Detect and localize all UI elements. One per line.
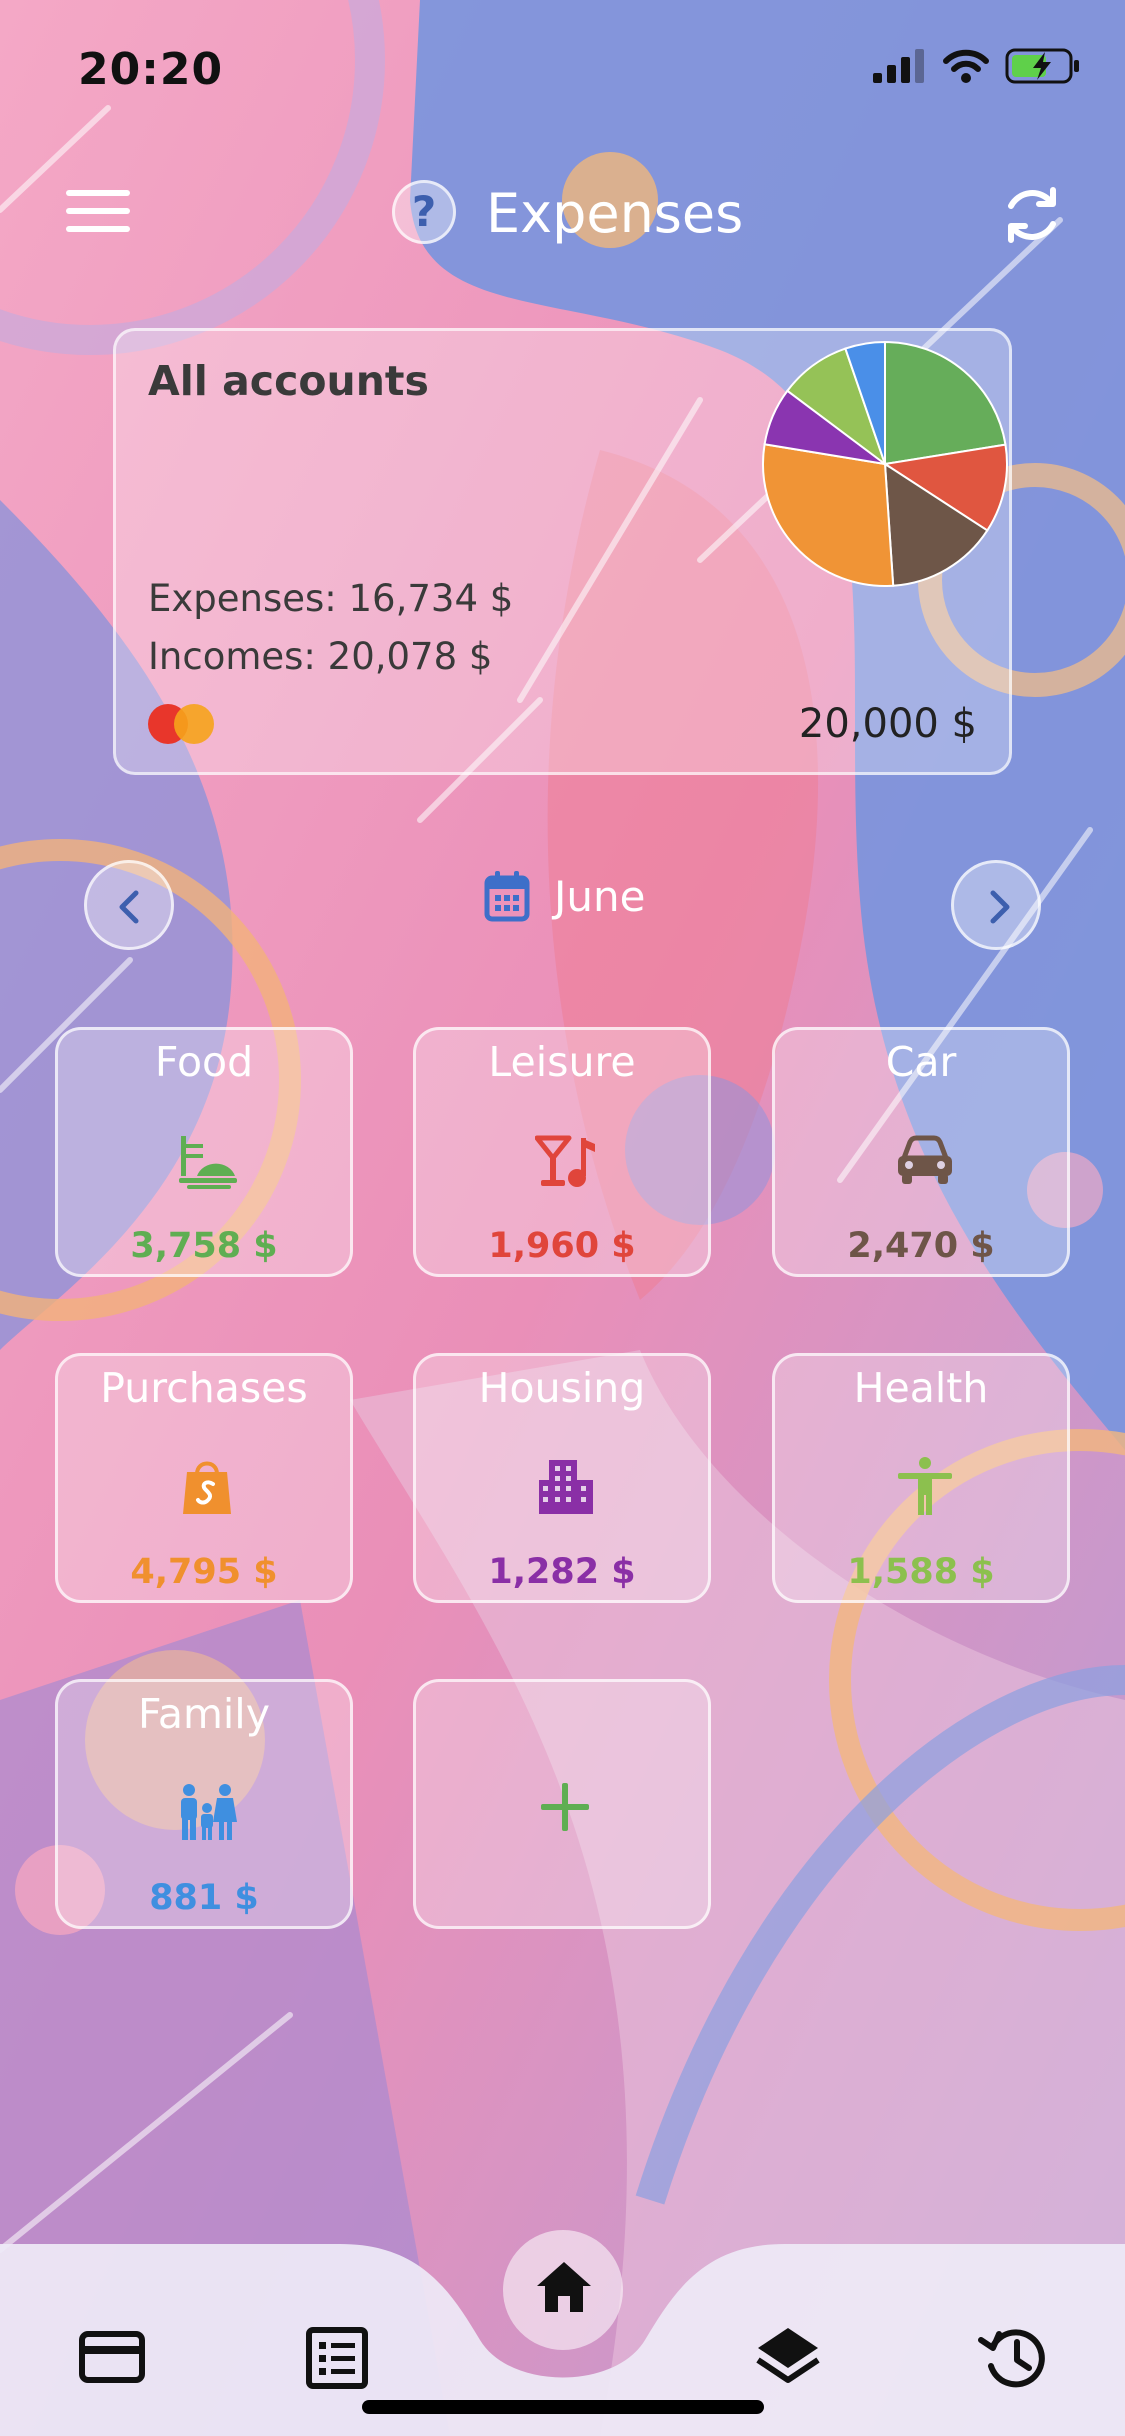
layers-icon[interactable] [748,2318,828,2398]
category-amount: 1,282 $ [488,1552,636,1592]
chevron-right-icon [990,890,1010,924]
home-button[interactable] [503,2230,623,2350]
add-category-button[interactable] [413,1679,711,1929]
month-selector: June [0,860,1125,952]
battery-charging-icon [1005,48,1079,84]
category-amount: 1,588 $ [847,1552,995,1592]
month-label: June [554,871,646,921]
calendar-icon [484,871,530,922]
category-tile-food[interactable]: Food 3,758 $ [55,1027,353,1277]
category-tile-health[interactable]: Health 1,588 $ [772,1353,1070,1603]
shopping-bag-icon [183,1461,231,1514]
account-card[interactable]: All accounts Expenses: 16,734 $ Incomes:… [113,328,1012,775]
home-icon [537,2262,591,2312]
cellular-signal-icon [873,49,924,83]
category-name: Housing [478,1364,646,1412]
status-bar: 20:20 [0,0,1125,130]
category-name: Purchases [100,1364,308,1412]
home-indicator [362,2400,764,2414]
category-amount: 1,960 $ [488,1226,636,1266]
category-amount: 3,758 $ [130,1226,278,1266]
account-expenses: Expenses: 16,734 $ [148,577,514,620]
month-display[interactable]: June [484,870,645,922]
card-icon[interactable] [72,2318,152,2398]
cocktail-music-icon [535,1135,595,1187]
accessibility-person-icon [898,1457,952,1515]
help-button[interactable]: ? [392,180,456,244]
refresh-icon[interactable] [997,180,1067,250]
app-header: ? Expenses [0,160,1125,270]
car-icon [898,1135,952,1184]
food-icon [179,1136,237,1189]
plus-icon [541,1783,589,1831]
list-icon[interactable] [297,2318,377,2398]
building-icon [539,1460,593,1514]
category-name: Food [154,1038,254,1086]
previous-month-button[interactable] [84,860,174,950]
account-incomes: Incomes: 20,078 $ [148,635,493,678]
category-tile-housing[interactable]: Housing 1,282 $ [413,1353,711,1603]
pie-slice-food [884,340,1007,466]
wifi-icon [943,49,989,83]
category-amount: 881 $ [149,1878,259,1918]
category-name: Health [853,1364,989,1412]
category-tile-car[interactable]: Car 2,470 $ [772,1027,1070,1277]
category-name: Leisure [488,1038,636,1086]
mastercard-logo [148,704,214,744]
status-time: 20:20 [78,44,224,95]
pie-slice-purchases [762,443,895,587]
category-tile-purchases[interactable]: Purchases 4,795 $ [55,1353,353,1603]
account-balance: 20,000 $ [798,701,977,747]
category-name: Family [138,1690,270,1738]
next-month-button[interactable] [951,860,1041,950]
category-amount: 4,795 $ [130,1552,278,1592]
account-name: All accounts [148,357,429,405]
hamburger-menu-icon[interactable] [66,190,130,240]
status-icons [871,48,1081,84]
family-icon [181,1784,237,1840]
history-icon[interactable] [975,2318,1055,2398]
category-name: Car [885,1038,957,1086]
page-title: Expenses [486,182,744,245]
expenses-pie-chart [762,340,1008,587]
chevron-left-icon [119,890,139,924]
category-amount: 2,470 $ [847,1226,995,1266]
category-tile-leisure[interactable]: Leisure 1,960 $ [413,1027,711,1277]
bottom-navigation [0,2230,1125,2436]
category-tile-family[interactable]: Family 881 $ [55,1679,353,1929]
